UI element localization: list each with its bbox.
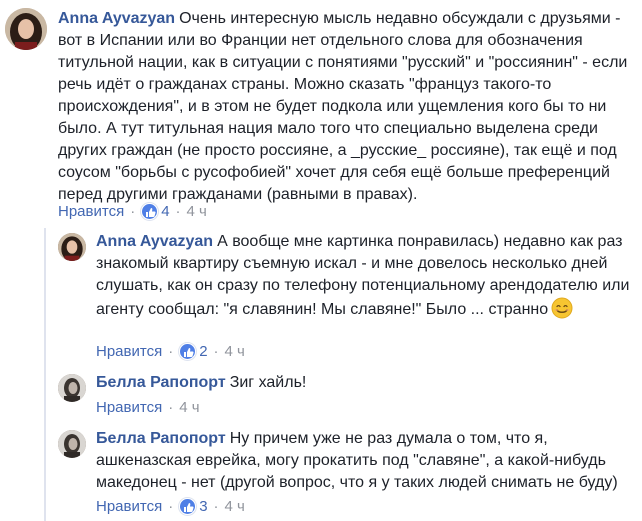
separator: · <box>168 498 174 515</box>
comment-body: Белла Рапопорт Ну причем уже не раз думал… <box>96 428 632 494</box>
separator: · <box>213 498 219 515</box>
timestamp[interactable]: 4 ч <box>187 203 207 220</box>
avatar[interactable] <box>58 430 86 458</box>
reply-thread-line <box>44 228 46 521</box>
comment-author[interactable]: Белла Рапопорт <box>96 374 226 391</box>
comment-actions: Нравится · 4 ч <box>96 399 200 416</box>
comment-body: Anna Ayvazyan А вообще мне картинка понра… <box>96 231 632 321</box>
like-count: 2 <box>199 343 208 360</box>
separator: · <box>130 203 136 220</box>
like-link[interactable]: Нравится <box>96 498 162 515</box>
comment-author[interactable]: Anna Ayvazyan <box>96 233 213 250</box>
timestamp[interactable]: 4 ч <box>225 343 245 360</box>
comment-actions: Нравится · 4 · 4 ч <box>58 203 207 220</box>
avatar-photo <box>58 430 86 458</box>
comment-body: Белла Рапопорт Зиг хайль! <box>96 372 632 394</box>
like-count: 3 <box>199 498 208 515</box>
like-count: 4 <box>161 203 170 220</box>
separator: · <box>213 343 219 360</box>
avatar-photo <box>58 233 86 261</box>
timestamp[interactable]: 4 ч <box>225 498 245 515</box>
separator: · <box>168 343 174 360</box>
reaction-count[interactable]: 4 <box>141 203 170 220</box>
comment-text: Очень интересную мысль недавно обсуждали… <box>58 10 628 203</box>
comment-actions: Нравится · 3 · 4 ч <box>96 498 245 515</box>
comment-body: Anna Ayvazyan Очень интересную мысль неда… <box>58 8 630 206</box>
avatar[interactable] <box>5 8 47 50</box>
like-link[interactable]: Нравится <box>58 203 124 220</box>
avatar-photo <box>5 8 47 50</box>
separator: · <box>175 203 181 220</box>
smiling-face-icon <box>551 297 573 319</box>
comment-author[interactable]: Белла Рапопорт <box>96 430 226 447</box>
comment-actions: Нравится · 2 · 4 ч <box>96 343 245 360</box>
avatar-photo <box>58 374 86 402</box>
like-link[interactable]: Нравится <box>96 343 162 360</box>
separator: · <box>168 399 174 416</box>
thumbs-up-icon <box>141 203 159 220</box>
reaction-count[interactable]: 2 <box>179 343 208 360</box>
avatar[interactable] <box>58 233 86 261</box>
comment-author[interactable]: Anna Ayvazyan <box>58 10 175 27</box>
thumbs-up-icon <box>179 343 197 360</box>
thumbs-up-icon <box>179 498 197 515</box>
like-link[interactable]: Нравится <box>96 399 162 416</box>
timestamp[interactable]: 4 ч <box>179 399 199 416</box>
comment-text: Зиг хайль! <box>229 374 307 391</box>
reaction-count[interactable]: 3 <box>179 498 208 515</box>
avatar[interactable] <box>58 374 86 402</box>
